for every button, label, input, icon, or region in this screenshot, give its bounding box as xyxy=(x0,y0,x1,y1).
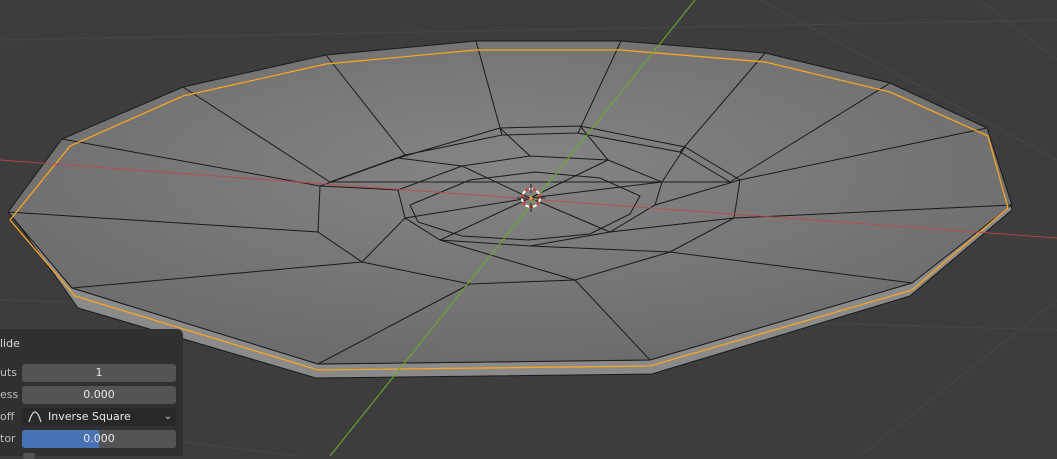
operator-redo-panel: lide uts 1 ess 0.000 off Inverse Square … xyxy=(0,329,183,459)
panel-title[interactable]: lide xyxy=(0,337,20,350)
number-cuts-field[interactable]: 1 xyxy=(22,364,176,382)
smoothness-row: ess 0.000 xyxy=(0,386,183,404)
chevron-down-icon: ⌄ xyxy=(163,411,172,422)
falloff-row: off Inverse Square ⌄ xyxy=(0,408,183,426)
mesh-disc[interactable] xyxy=(7,40,1013,379)
factor-row: tor 0.000 xyxy=(0,430,183,448)
smoothness-label: ess xyxy=(0,388,19,401)
factor-slider[interactable]: 0.000 xyxy=(22,430,176,448)
even-checkbox[interactable] xyxy=(23,453,35,459)
falloff-curve-icon xyxy=(28,411,42,423)
number-cuts-row: uts 1 xyxy=(0,364,183,382)
factor-value: 0.000 xyxy=(83,432,115,445)
number-cuts-label: uts xyxy=(0,366,18,379)
smoothness-field[interactable]: 0.000 xyxy=(22,386,176,404)
falloff-value: Inverse Square xyxy=(48,410,131,423)
falloff-dropdown[interactable]: Inverse Square ⌄ xyxy=(22,408,176,426)
factor-label: tor xyxy=(0,432,16,445)
falloff-label: off xyxy=(0,410,15,423)
